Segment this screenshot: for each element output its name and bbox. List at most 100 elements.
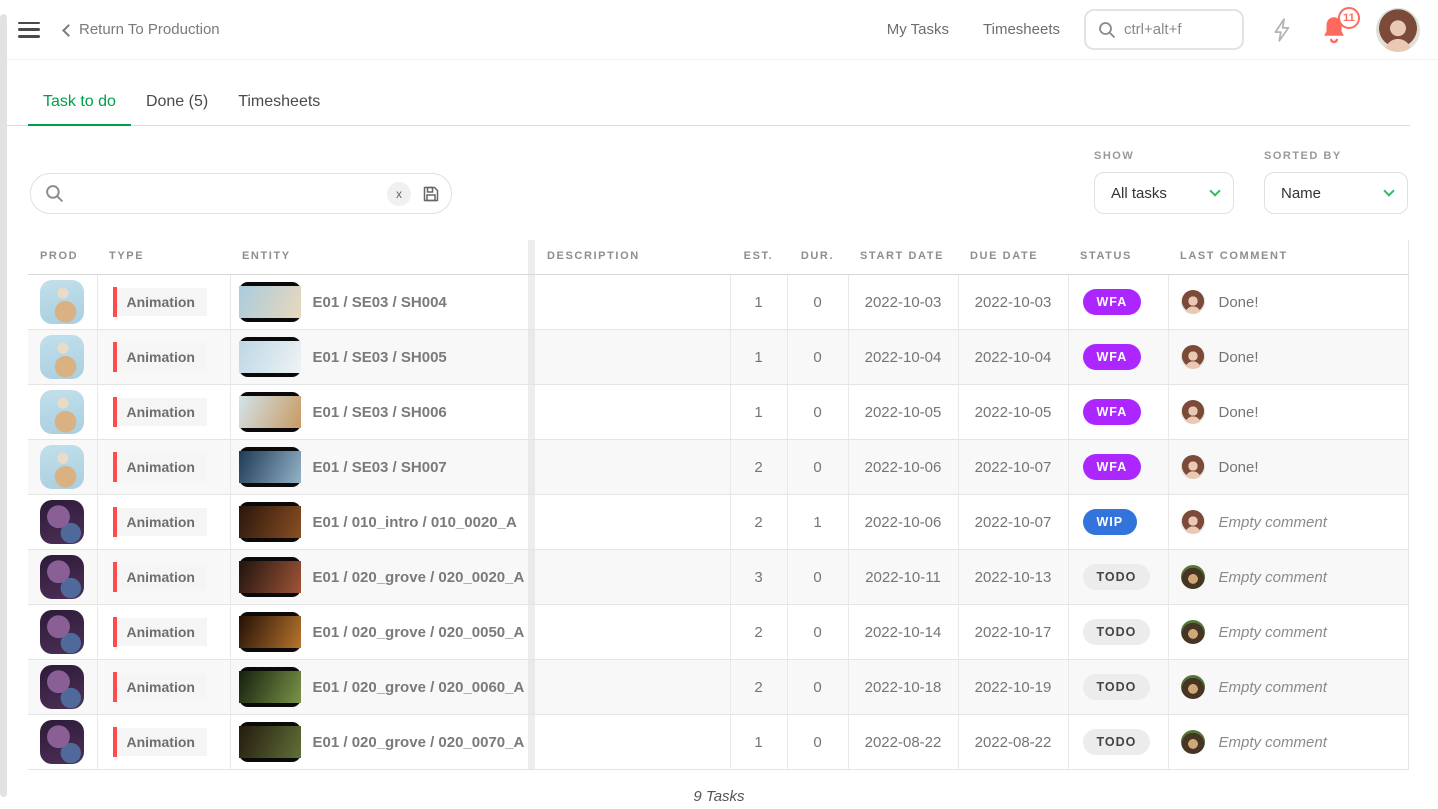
task-row[interactable]: AnimationE01 / 010_intro / 010_0020_A212…: [28, 495, 1408, 550]
last-comment[interactable]: Done!: [1169, 400, 1408, 424]
status-badge[interactable]: TODO: [1083, 674, 1151, 700]
status-badge[interactable]: WFA: [1083, 454, 1142, 480]
task-row[interactable]: AnimationE01 / 020_grove / 020_0020_A302…: [28, 550, 1408, 605]
flash-icon[interactable]: [1270, 17, 1296, 43]
entity-thumbnail: [239, 612, 301, 652]
status-badge[interactable]: WFA: [1083, 289, 1142, 315]
status-badge[interactable]: WIP: [1083, 509, 1138, 535]
entity-thumbnail: [239, 502, 301, 542]
column-header-resizer[interactable]: [528, 240, 535, 275]
last-comment[interactable]: Done!: [1169, 345, 1408, 369]
estimation-cell: 2: [730, 660, 787, 715]
production-thumbnail[interactable]: [40, 610, 84, 654]
task-row[interactable]: AnimationE01 / SE03 / SH004102022-10-032…: [28, 275, 1408, 330]
global-search-box[interactable]: [1084, 9, 1244, 50]
column-resize-handle[interactable]: [528, 330, 535, 385]
last-comment[interactable]: Empty comment: [1169, 510, 1408, 534]
entity-cell-td: E01 / 020_grove / 020_0070_A: [230, 715, 528, 770]
column-resize-handle[interactable]: [528, 550, 535, 605]
prod-cell: [28, 440, 97, 495]
entity-link[interactable]: E01 / SE03 / SH005: [231, 337, 529, 377]
entity-link[interactable]: E01 / SE03 / SH007: [231, 447, 529, 487]
last-comment[interactable]: Done!: [1169, 455, 1408, 479]
tab-task-to-do[interactable]: Task to do: [43, 93, 116, 125]
due-date-cell: 2022-10-07: [958, 495, 1068, 550]
chevron-left-icon: [62, 24, 75, 37]
nav-timesheets[interactable]: Timesheets: [983, 21, 1060, 38]
status-cell: TODO: [1068, 605, 1168, 660]
tab-timesheets[interactable]: Timesheets: [238, 93, 320, 125]
start-date-cell: 2022-10-11: [848, 550, 958, 605]
status-badge[interactable]: TODO: [1083, 729, 1151, 755]
entity-link[interactable]: E01 / 020_grove / 020_0070_A: [231, 722, 529, 762]
status-badge[interactable]: WFA: [1083, 399, 1142, 425]
task-row[interactable]: AnimationE01 / 020_grove / 020_0050_A202…: [28, 605, 1408, 660]
status-cell: WIP: [1068, 495, 1168, 550]
status-badge[interactable]: TODO: [1083, 619, 1151, 645]
user-avatar[interactable]: [1376, 8, 1420, 52]
due-date-cell: 2022-10-19: [958, 660, 1068, 715]
start-date-cell: 2022-10-06: [848, 495, 958, 550]
production-thumbnail[interactable]: [40, 335, 84, 379]
task-filter-input[interactable]: [74, 185, 377, 202]
last-comment[interactable]: Empty comment: [1169, 730, 1408, 754]
duration-cell: 0: [787, 715, 848, 770]
column-resize-handle[interactable]: [528, 440, 535, 495]
notification-count-badge[interactable]: 11: [1338, 7, 1360, 29]
clear-filter-button[interactable]: x: [387, 182, 411, 206]
last-comment-cell: Empty comment: [1168, 495, 1408, 550]
task-row[interactable]: AnimationE01 / SE03 / SH007202022-10-062…: [28, 440, 1408, 495]
nav-my-tasks[interactable]: My Tasks: [887, 21, 949, 38]
column-resize-handle[interactable]: [528, 715, 535, 770]
column-resize-handle[interactable]: [528, 605, 535, 660]
entity-link[interactable]: E01 / 010_intro / 010_0020_A: [231, 502, 529, 542]
entity-thumbnail: [239, 722, 301, 762]
production-thumbnail[interactable]: [40, 390, 84, 434]
status-cell: WFA: [1068, 440, 1168, 495]
column-resize-handle[interactable]: [528, 275, 535, 330]
sorted-by-select[interactable]: Name: [1264, 172, 1408, 214]
production-thumbnail[interactable]: [40, 555, 84, 599]
task-type-label: Animation: [117, 453, 207, 481]
menu-icon[interactable]: [18, 22, 40, 38]
column-resize-handle[interactable]: [528, 385, 535, 440]
status-badge[interactable]: WFA: [1083, 344, 1142, 370]
production-thumbnail[interactable]: [40, 445, 84, 489]
due-date-cell: 2022-10-07: [958, 440, 1068, 495]
status-badge[interactable]: TODO: [1083, 564, 1151, 590]
task-filter-search-box[interactable]: x: [30, 173, 452, 214]
column-resize-handle[interactable]: [528, 660, 535, 715]
tab-done[interactable]: Done (5): [146, 93, 208, 125]
last-comment[interactable]: Empty comment: [1169, 565, 1408, 589]
production-thumbnail[interactable]: [40, 665, 84, 709]
global-search-input[interactable]: [1124, 21, 1230, 38]
production-thumbnail[interactable]: [40, 720, 84, 764]
start-date-cell: 2022-10-06: [848, 440, 958, 495]
production-thumbnail[interactable]: [40, 280, 84, 324]
show-filter-select[interactable]: All tasks: [1094, 172, 1234, 214]
last-comment[interactable]: Empty comment: [1169, 620, 1408, 644]
back-to-production-link[interactable]: Return To Production: [64, 21, 220, 38]
page-scrollbar[interactable]: [0, 14, 7, 797]
entity-link[interactable]: E01 / 020_grove / 020_0050_A: [231, 612, 529, 652]
last-comment[interactable]: Empty comment: [1169, 675, 1408, 699]
prod-cell: [28, 715, 97, 770]
column-header-entity: ENTITY: [230, 240, 528, 275]
entity-thumbnail: [239, 392, 301, 432]
chevron-down-icon: [1383, 185, 1394, 196]
task-row[interactable]: AnimationE01 / SE03 / SH006102022-10-052…: [28, 385, 1408, 440]
task-row[interactable]: AnimationE01 / 020_grove / 020_0070_A102…: [28, 715, 1408, 770]
entity-link[interactable]: E01 / SE03 / SH006: [231, 392, 529, 432]
status-cell: TODO: [1068, 550, 1168, 605]
entity-link[interactable]: E01 / SE03 / SH004: [231, 282, 529, 322]
task-row[interactable]: AnimationE01 / 020_grove / 020_0060_A202…: [28, 660, 1408, 715]
task-row[interactable]: AnimationE01 / SE03 / SH005102022-10-042…: [28, 330, 1408, 385]
column-header-last-comment: LAST COMMENT: [1168, 240, 1408, 275]
column-resize-handle[interactable]: [528, 495, 535, 550]
description-cell: [535, 275, 730, 330]
last-comment[interactable]: Done!: [1169, 290, 1408, 314]
entity-link[interactable]: E01 / 020_grove / 020_0060_A: [231, 667, 529, 707]
production-thumbnail[interactable]: [40, 500, 84, 544]
entity-link[interactable]: E01 / 020_grove / 020_0020_A: [231, 557, 529, 597]
save-filter-icon[interactable]: [421, 184, 441, 204]
